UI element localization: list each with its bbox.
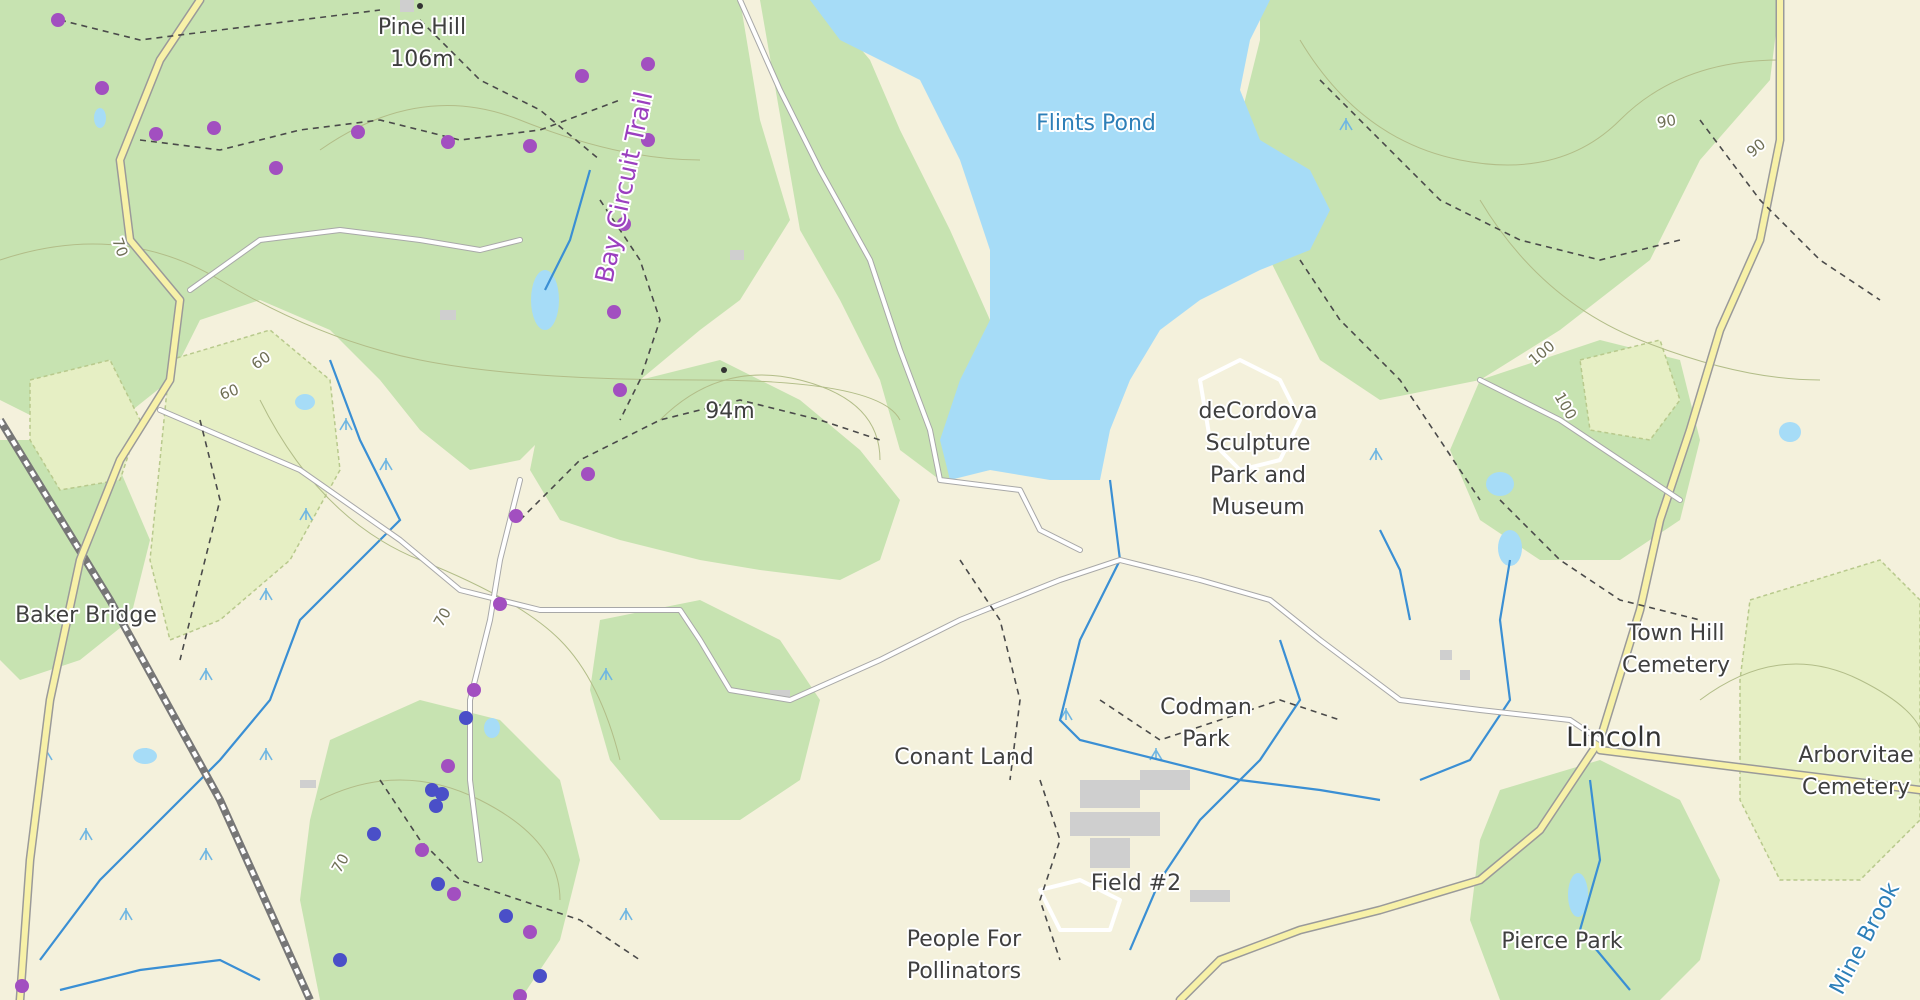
trail-marker[interactable] bbox=[447, 887, 461, 901]
trail-marker[interactable] bbox=[51, 13, 65, 27]
trail-marker-blue[interactable] bbox=[499, 909, 513, 923]
trail-marker[interactable] bbox=[641, 57, 655, 71]
label-conant-land[interactable]: Conant Land bbox=[892, 743, 1035, 772]
label-field-2[interactable]: Field #2 bbox=[1089, 869, 1183, 898]
trail-marker[interactable] bbox=[415, 843, 429, 857]
label-decordova-line-4[interactable]: Museum bbox=[1209, 493, 1306, 522]
trail-marker-blue[interactable] bbox=[333, 953, 347, 967]
label-decordova-line-3[interactable]: Park and bbox=[1208, 461, 1308, 490]
trail-marker[interactable] bbox=[523, 925, 537, 939]
pond-pine-hill bbox=[531, 270, 559, 330]
pond-southwest bbox=[133, 748, 157, 764]
trail-marker-blue[interactable] bbox=[367, 827, 381, 841]
label-decordova-line-2[interactable]: Sculpture bbox=[1204, 429, 1313, 458]
label-pierce-park[interactable]: Pierce Park bbox=[1499, 927, 1624, 956]
label-arborvitae-cemetery-line-1[interactable]: Arborvitae bbox=[1796, 741, 1915, 770]
label-people-for-pollinators-line-2[interactable]: Pollinators bbox=[905, 957, 1023, 986]
trail-marker[interactable] bbox=[509, 509, 523, 523]
trail-marker[interactable] bbox=[441, 759, 455, 773]
trail-marker-blue[interactable] bbox=[429, 799, 443, 813]
label-pine-hill-elevation: 106m bbox=[390, 47, 453, 72]
trail-marker-blue[interactable] bbox=[459, 711, 473, 725]
label-arborvitae-cemetery-line-2[interactable]: Cemetery bbox=[1800, 773, 1912, 802]
trail-marker[interactable] bbox=[613, 383, 627, 397]
label-peak-94m: 94m bbox=[705, 399, 754, 424]
building-field-2-3 bbox=[1090, 838, 1130, 868]
label-pine-hill[interactable]: Pine Hill bbox=[376, 13, 468, 42]
building-lincoln-2 bbox=[1460, 670, 1470, 680]
label-codman-park-line-2[interactable]: Park bbox=[1180, 725, 1232, 754]
label-baker-bridge[interactable]: Baker Bridge bbox=[13, 601, 159, 630]
building-pine-5 bbox=[400, 0, 414, 12]
contour-label-90: 90 bbox=[1656, 111, 1678, 132]
building-field-2-1 bbox=[1080, 780, 1140, 808]
building-field-2-2 bbox=[1070, 812, 1160, 836]
pond-east-3 bbox=[1779, 422, 1801, 442]
building-field-2-4 bbox=[1140, 770, 1190, 790]
building-pine-4 bbox=[300, 780, 316, 788]
trail-marker-blue[interactable] bbox=[435, 787, 449, 801]
trail-marker-blue[interactable] bbox=[533, 969, 547, 983]
pond-west-2 bbox=[295, 394, 315, 410]
pond-small-west bbox=[94, 108, 106, 128]
trail-marker[interactable] bbox=[523, 139, 537, 153]
peak-94-icon bbox=[721, 367, 727, 373]
pine-hill-peak-icon bbox=[417, 3, 423, 9]
trail-marker[interactable] bbox=[149, 127, 163, 141]
building-pine-1 bbox=[730, 250, 744, 260]
trail-marker[interactable] bbox=[207, 121, 221, 135]
trail-marker[interactable] bbox=[581, 467, 595, 481]
trail-marker[interactable] bbox=[493, 597, 507, 611]
trail-marker[interactable] bbox=[15, 979, 29, 993]
topographic-map[interactable]: 70 60 60 70 70 90 90 100 100 Pine Hill 1… bbox=[0, 0, 1920, 1000]
trail-marker[interactable] bbox=[351, 125, 365, 139]
pond-trail bbox=[484, 718, 500, 738]
trail-marker[interactable] bbox=[607, 305, 621, 319]
label-town-hill-cemetery-line-2[interactable]: Cemetery bbox=[1620, 651, 1732, 680]
trail-marker[interactable] bbox=[95, 81, 109, 95]
label-codman-park-line-1[interactable]: Codman bbox=[1158, 693, 1254, 722]
label-flints-pond[interactable]: Flints Pond bbox=[1034, 109, 1158, 138]
pond-east-1 bbox=[1486, 472, 1514, 496]
trail-marker-blue[interactable] bbox=[431, 877, 445, 891]
trail-marker[interactable] bbox=[575, 69, 589, 83]
building-field-2-5 bbox=[1190, 890, 1230, 902]
trail-marker[interactable] bbox=[467, 683, 481, 697]
scrub-southeast bbox=[1739, 559, 1920, 881]
trail-marker[interactable] bbox=[441, 135, 455, 149]
label-town-hill-cemetery-line-1[interactable]: Town Hill bbox=[1625, 619, 1727, 648]
label-people-for-pollinators-line-1[interactable]: People For bbox=[905, 925, 1024, 954]
label-lincoln[interactable]: Lincoln bbox=[1564, 720, 1664, 755]
building-pine-3 bbox=[440, 310, 456, 320]
building-lincoln-1 bbox=[1440, 650, 1452, 660]
label-decordova-line-1[interactable]: deCordova bbox=[1197, 397, 1320, 426]
trail-marker[interactable] bbox=[269, 161, 283, 175]
